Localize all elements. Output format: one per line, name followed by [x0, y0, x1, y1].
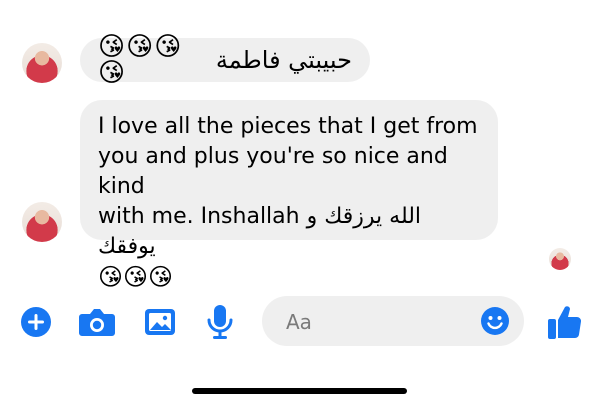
message-emoji: 😘😘😘: [98, 263, 174, 291]
microphone-icon: [207, 305, 233, 339]
like-button[interactable]: [545, 302, 583, 342]
message-input[interactable]: Aa: [262, 296, 524, 346]
message-text-line: you and plus you're so nice and kind: [98, 144, 448, 199]
camera-icon: [79, 309, 115, 336]
avatar[interactable]: [22, 43, 62, 83]
camera-button[interactable]: [78, 305, 116, 339]
avatar[interactable]: [22, 202, 62, 242]
image-icon: [145, 309, 175, 335]
voice-button[interactable]: [206, 303, 234, 341]
read-receipt-avatar: [549, 248, 571, 270]
message-bubble[interactable]: 😘😘😘😘 حبيبتي فاطمة: [80, 34, 370, 86]
plus-button[interactable]: [20, 306, 52, 338]
message-text: حبيبتي فاطمة: [215, 46, 352, 74]
message-emoji: 😘😘😘😘: [98, 32, 183, 88]
message-bubble[interactable]: I love all the pieces that I get from yo…: [80, 100, 498, 291]
plus-icon: [21, 307, 51, 337]
home-indicator[interactable]: [192, 388, 407, 394]
thumbs-up-icon: [548, 306, 582, 339]
message-input-placeholder: Aa: [286, 310, 312, 334]
gallery-button[interactable]: [143, 306, 177, 338]
emoji-icon: [481, 307, 509, 335]
message-text-line: with me. Inshallah الله يرزقك و يوفقك: [98, 204, 422, 259]
emoji-button[interactable]: [480, 306, 510, 336]
message-text-line: I love all the pieces that I get from: [98, 114, 478, 139]
